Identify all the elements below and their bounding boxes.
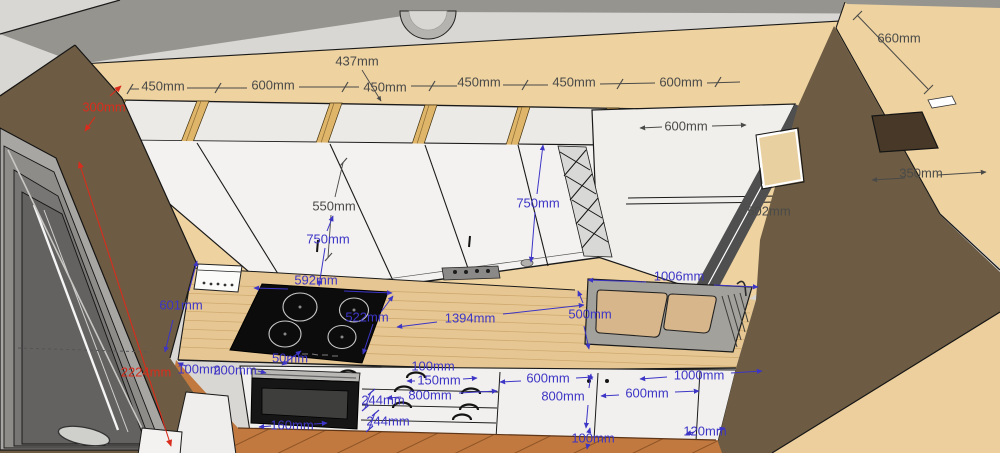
dim-label-600mm-1: 600mm [251,77,295,93]
dim-label-100mm-2: 100mm [411,358,455,374]
dim-label-1000mm: 1000mm [673,367,725,383]
dim-label-600mm-5: 600mm [625,385,669,401]
dim-label-450mm-3: 450mm [457,74,501,90]
dim-label-244mm-1: 244mm [361,392,405,408]
dim-label-750mm-1: 750mm [516,195,560,211]
dim-label-160mm: 160mm [270,417,314,433]
dim-label-750mm-2: 750mm [306,231,350,247]
dim-label-1006mm: 1006mm [653,268,705,284]
hob-control-shelf [441,265,501,281]
dim-label-300mm: 300mm [82,99,126,115]
kitchen-scene [0,0,1000,453]
dim-label-200mm: 200mm [213,362,257,378]
dim-label-660mm: 660mm [877,30,921,46]
dim-label-50mm: 50mm [271,350,309,366]
dim-label-120mm: 120mm [683,423,727,439]
dim-label-592mm: 592mm [294,272,338,288]
dim-label-1394mm: 1394mm [444,310,496,326]
dim-label-502mm: 502mm [747,203,791,219]
dim-label-600mm-3: 600mm [664,118,708,134]
dim-label-550mm: 550mm [312,198,356,214]
kitchen-3d-view: 437mm 450mm 600mm 450mm 450mm 450mm 600m… [0,0,1000,453]
dim-label-600mm-2: 600mm [659,74,703,90]
dim-label-601mm: 601mm [159,297,203,313]
dim-label-450mm-1: 450mm [141,78,185,94]
dim-label-500mm: 500mm [568,306,612,322]
dim-label-600mm-4: 600mm [526,370,570,386]
dim-label-350mm: 350mm [899,165,943,181]
dim-label-450mm-2: 450mm [363,79,407,95]
dim-label-800mm-2: 800mm [541,388,585,404]
switch-box [193,263,243,293]
dim-label-437mm: 437mm [335,53,379,69]
dim-label-800mm-1: 800mm [408,387,452,403]
dim-label-2224mm: 2224mm [120,364,172,380]
dim-label-450mm-4: 450mm [552,74,596,90]
dim-label-522mm: 522mm [345,309,389,325]
dim-label-244mm-2: 244mm [366,413,410,429]
dim-label-150mm: 150mm [417,372,461,388]
dim-label-100mm-3: 100mm [571,430,615,446]
